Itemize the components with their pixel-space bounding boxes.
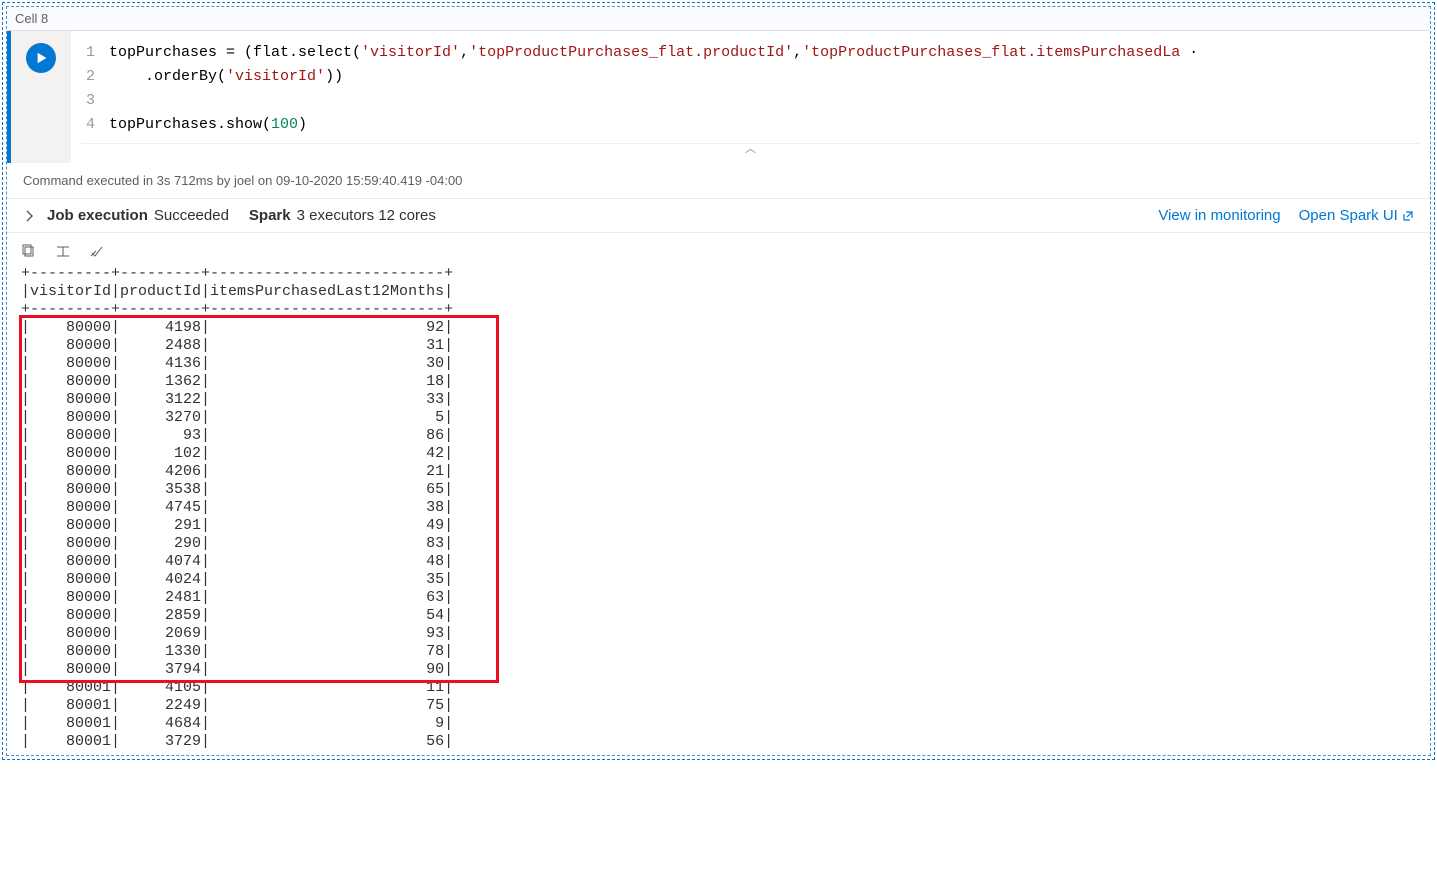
external-link-icon	[1402, 210, 1414, 222]
open-spark-ui-link[interactable]: Open Spark UI	[1299, 207, 1414, 224]
spark-label: Spark	[249, 207, 291, 224]
cell-gutter	[11, 31, 71, 163]
spark-detail: 3 executors 12 cores	[297, 207, 436, 224]
job-execution-label: Job execution	[47, 207, 148, 224]
run-button[interactable]	[26, 43, 56, 73]
code-editor[interactable]: 1topPurchases = (flat.select('visitorId'…	[71, 31, 1430, 163]
line-number: 1	[81, 41, 109, 65]
chevron-right-icon[interactable]	[23, 209, 37, 223]
cell-body-row: 1topPurchases = (flat.select('visitorId'…	[7, 31, 1430, 755]
cell-container: Cell 8 1topPurchases = (flat.select('vis…	[6, 6, 1431, 756]
code-line: topPurchases.show(100)	[109, 113, 307, 137]
execution-bar: Job execution Succeeded Spark 3 executor…	[7, 198, 1430, 233]
clear-output-button[interactable]	[89, 243, 105, 259]
job-execution-status: Succeeded	[154, 207, 229, 224]
line-number: 4	[81, 113, 109, 137]
copy-output-button[interactable]	[21, 243, 37, 259]
code-line: .orderBy('visitorId'))	[109, 65, 343, 89]
output-toolbar	[7, 233, 1430, 265]
output-wrap: +---------+---------+-------------------…	[7, 265, 1430, 755]
code-line: topPurchases = (flat.select('visitorId',…	[109, 41, 1198, 65]
execution-status-text: Command executed in 3s 712ms by joel on …	[7, 163, 1430, 198]
table-view-button[interactable]	[55, 243, 71, 259]
notebook-wrapper: Cell 8 1topPurchases = (flat.select('vis…	[2, 2, 1435, 760]
collapse-handle[interactable]: ︿	[81, 143, 1420, 157]
view-monitoring-link[interactable]: View in monitoring	[1158, 207, 1280, 224]
output-text: +---------+---------+-------------------…	[7, 265, 1430, 755]
line-number: 2	[81, 65, 109, 89]
play-icon	[35, 51, 49, 65]
cell-label: Cell 8	[7, 7, 1430, 31]
line-number: 3	[81, 89, 109, 113]
